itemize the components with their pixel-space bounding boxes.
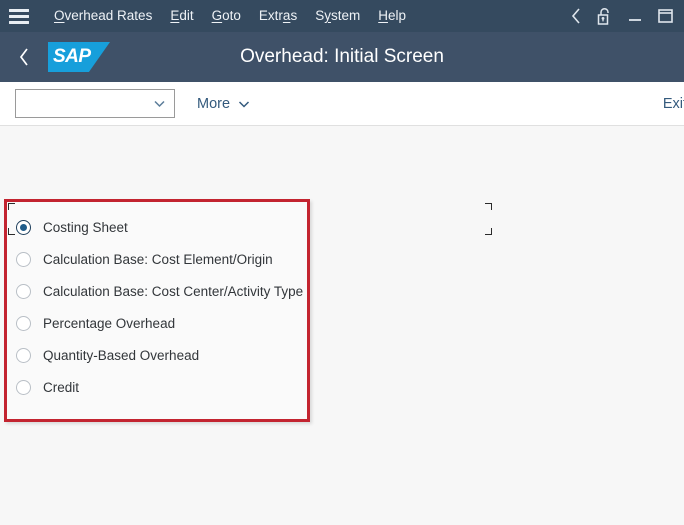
- radio-label: Costing Sheet: [43, 219, 128, 235]
- radio-label: Credit: [43, 379, 80, 395]
- minimize-icon[interactable]: [627, 8, 643, 24]
- sap-logo[interactable]: SAP: [48, 42, 110, 72]
- radio-indicator: [16, 283, 31, 299]
- radio-indicator: [16, 251, 31, 267]
- radio-option-calc-base-cost-center-activity-type[interactable]: Calculation Base: Cost Center/Activity T…: [16, 275, 307, 307]
- lock-open-icon[interactable]: [596, 7, 613, 26]
- content-area: Costing Sheet Calculation Base: Cost Ele…: [0, 126, 684, 525]
- radio-indicator: [16, 315, 31, 331]
- radio-option-costing-sheet[interactable]: Costing Sheet: [16, 211, 307, 243]
- radio-label: Calculation Base: Cost Center/Activity T…: [43, 283, 304, 299]
- menu-bar: Overhead Rates Edit Goto Extras System H…: [0, 0, 684, 32]
- transaction-combo-box[interactable]: [15, 89, 175, 118]
- more-button-label: More: [197, 95, 231, 112]
- chevron-down-icon: [237, 97, 251, 111]
- radio-option-quantity-based-overhead[interactable]: Quantity-Based Overhead: [16, 339, 307, 371]
- radio-indicator: [16, 379, 31, 395]
- radio-option-calc-base-cost-element-origin[interactable]: Calculation Base: Cost Element/Origin: [16, 243, 307, 275]
- radio-label: Quantity-Based Overhead: [43, 347, 200, 363]
- menu-item-goto[interactable]: Goto: [203, 0, 250, 32]
- window-controls: [571, 0, 674, 32]
- radio-option-credit[interactable]: Credit: [16, 371, 307, 403]
- exit-button[interactable]: Exit: [663, 96, 684, 112]
- radio-indicator: [16, 219, 31, 235]
- maximize-icon[interactable]: [657, 8, 674, 24]
- menu-item-edit[interactable]: Edit: [161, 0, 202, 32]
- radio-label: Percentage Overhead: [43, 315, 176, 331]
- nav-back-icon[interactable]: [18, 46, 31, 68]
- radio-label: Calculation Base: Cost Element/Origin: [43, 251, 273, 267]
- menu-item-system[interactable]: System: [306, 0, 369, 32]
- hamburger-menu-icon[interactable]: [9, 8, 29, 24]
- radio-option-percentage-overhead[interactable]: Percentage Overhead: [16, 307, 307, 339]
- selection-radio-group: Costing Sheet Calculation Base: Cost Ele…: [4, 199, 310, 422]
- title-bar: SAP Overhead: Initial Screen: [0, 32, 684, 82]
- menu-item-extras[interactable]: Extras: [250, 0, 306, 32]
- more-button[interactable]: More: [197, 96, 251, 112]
- sap-logo-text: SAP: [53, 46, 91, 67]
- chevron-down-icon[interactable]: [152, 96, 167, 111]
- radio-indicator: [16, 347, 31, 363]
- back-icon[interactable]: [571, 7, 582, 25]
- menu-item-overhead-rates[interactable]: Overhead Rates: [45, 0, 161, 32]
- toolbar: More Exit: [0, 82, 684, 126]
- menu-item-help[interactable]: Help: [369, 0, 415, 32]
